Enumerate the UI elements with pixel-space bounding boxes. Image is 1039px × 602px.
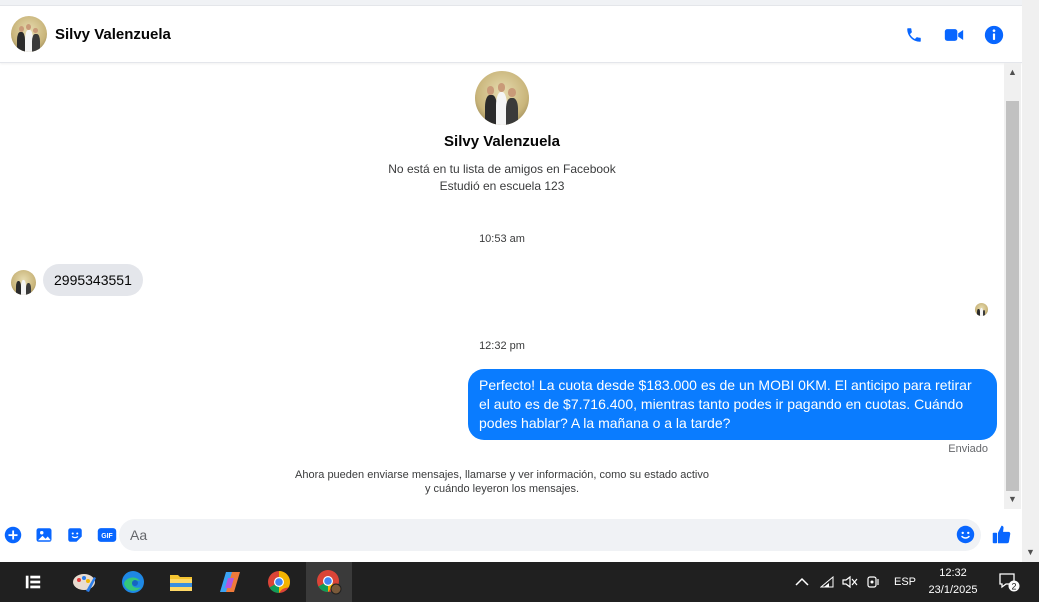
scroll-down-arrow-icon[interactable]: ▼ xyxy=(1008,494,1017,504)
incoming-message[interactable]: 2995343551 xyxy=(43,264,143,296)
contact-avatar[interactable] xyxy=(11,16,47,52)
timestamp: 10:53 am xyxy=(479,233,525,245)
chrome-icon[interactable] xyxy=(265,568,293,596)
svg-text:2: 2 xyxy=(1011,581,1016,591)
task-view-icon[interactable] xyxy=(19,568,47,596)
outgoing-message[interactable]: Perfecto! La cuota desde $183.000 es de … xyxy=(468,369,997,440)
notification-icon[interactable]: 2 xyxy=(998,562,1020,602)
chat-header: Silvy Valenzuela xyxy=(0,6,1022,63)
profile-intro: Silvy Valenzuela No está en tu lista de … xyxy=(0,71,1004,195)
sticker-icon[interactable] xyxy=(66,526,84,549)
incoming-message-row: 2995343551 xyxy=(11,264,143,296)
paint-app-icon[interactable] xyxy=(71,568,99,596)
wifi-icon[interactable] xyxy=(820,562,834,602)
scroll-up-arrow-icon[interactable]: ▲ xyxy=(1008,67,1017,77)
copilot-icon[interactable] xyxy=(216,568,244,596)
message-thread[interactable]: Silvy Valenzuela No está en tu lista de … xyxy=(0,63,1004,509)
privacy-notice: Ahora pueden enviarse mensajes, llamarse… xyxy=(295,469,709,495)
emoji-icon[interactable] xyxy=(956,525,975,549)
delivery-status: Enviado xyxy=(948,443,988,455)
window-scrollbar[interactable]: ▼ xyxy=(1022,0,1039,562)
profile-friend-status: No está en tu lista de amigos en Faceboo… xyxy=(388,162,616,176)
windows-taskbar: ESP 12:32 23/1/2025 2 xyxy=(0,562,1039,602)
thumbs-up-icon[interactable] xyxy=(991,524,1012,550)
microphone-icon[interactable] xyxy=(866,562,882,602)
profile-education: Estudió en escuela 123 xyxy=(439,179,565,193)
window-scroll-down-icon[interactable]: ▼ xyxy=(1026,547,1035,557)
seen-indicator-avatar xyxy=(975,303,988,316)
message-composer: GIF Aa xyxy=(0,509,1022,562)
timestamp: 12:32 pm xyxy=(479,340,525,352)
sender-avatar[interactable] xyxy=(11,270,36,295)
edge-browser-icon[interactable] xyxy=(119,568,147,596)
language-indicator[interactable]: ESP xyxy=(894,562,916,602)
messenger-window: Silvy Valenzuela Silvy Valenzuela No est… xyxy=(0,0,1039,562)
video-icon[interactable] xyxy=(944,25,964,45)
profile-name: Silvy Valenzuela xyxy=(444,133,560,150)
message-input[interactable]: Aa xyxy=(119,519,981,551)
gif-icon[interactable]: GIF xyxy=(97,526,117,549)
info-icon[interactable] xyxy=(984,25,1004,45)
thread-scrollbar[interactable]: ▲ ▼ xyxy=(1004,63,1021,509)
volume-muted-icon[interactable] xyxy=(842,562,858,602)
chrome-profile-icon[interactable] xyxy=(315,568,343,596)
contact-name[interactable]: Silvy Valenzuela xyxy=(55,26,171,43)
plus-icon[interactable] xyxy=(4,526,22,549)
file-explorer-icon[interactable] xyxy=(167,568,195,596)
svg-text:GIF: GIF xyxy=(101,533,113,540)
photo-icon[interactable] xyxy=(35,526,53,549)
scrollbar-thumb[interactable] xyxy=(1006,101,1019,491)
phone-icon[interactable] xyxy=(904,25,924,45)
tray-chevron-icon[interactable] xyxy=(795,562,809,602)
profile-avatar[interactable] xyxy=(475,71,529,125)
system-clock[interactable]: 12:32 23/1/2025 xyxy=(920,565,986,599)
